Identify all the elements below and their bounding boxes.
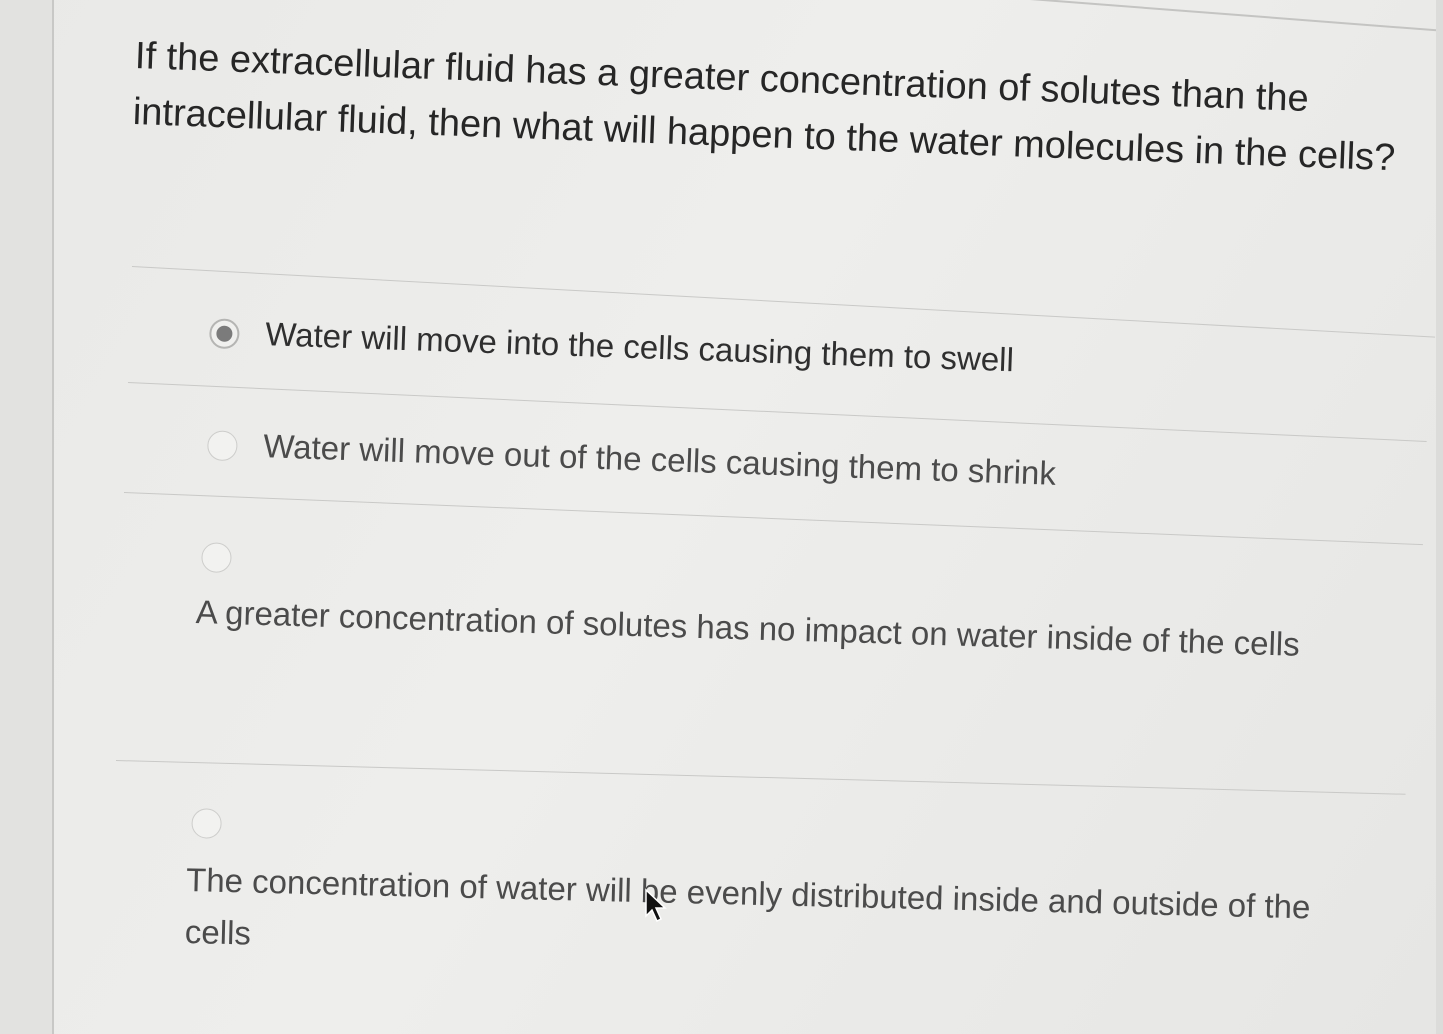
radio-button-selected-icon[interactable]	[208, 318, 240, 350]
left-gutter	[0, 0, 54, 1034]
question-panel: If the extracellular fluid has a greater…	[54, 0, 1436, 1034]
radio-button-icon[interactable]	[201, 542, 232, 574]
question-text: If the extracellular fluid has a greater…	[132, 34, 1396, 180]
option-2[interactable]: Water will move out of the cells causing…	[200, 427, 1352, 538]
radio-button-icon[interactable]	[191, 808, 222, 839]
mouse-pointer-icon	[645, 888, 667, 923]
option-3[interactable]: A greater concentration of solutes has n…	[192, 540, 1356, 724]
screen: If the extracellular fluid has a greater…	[0, 0, 1443, 1034]
option-4-label[interactable]: The concentration of water will be evenl…	[184, 854, 1336, 986]
option-4[interactable]: The concentration of water will be evenl…	[184, 806, 1357, 985]
option-1-label[interactable]: Water will move into the cells causing t…	[264, 308, 1345, 398]
option-2-label[interactable]: Water will move out of the cells causing…	[262, 420, 1343, 510]
option-divider-3	[115, 760, 1406, 795]
option-3-label[interactable]: A greater concentration of solutes has n…	[195, 586, 1316, 671]
panel-right-edge	[1436, 0, 1443, 1034]
radio-button-icon[interactable]	[206, 430, 238, 462]
option-1[interactable]: Water will move into the cells causing t…	[202, 315, 1354, 426]
